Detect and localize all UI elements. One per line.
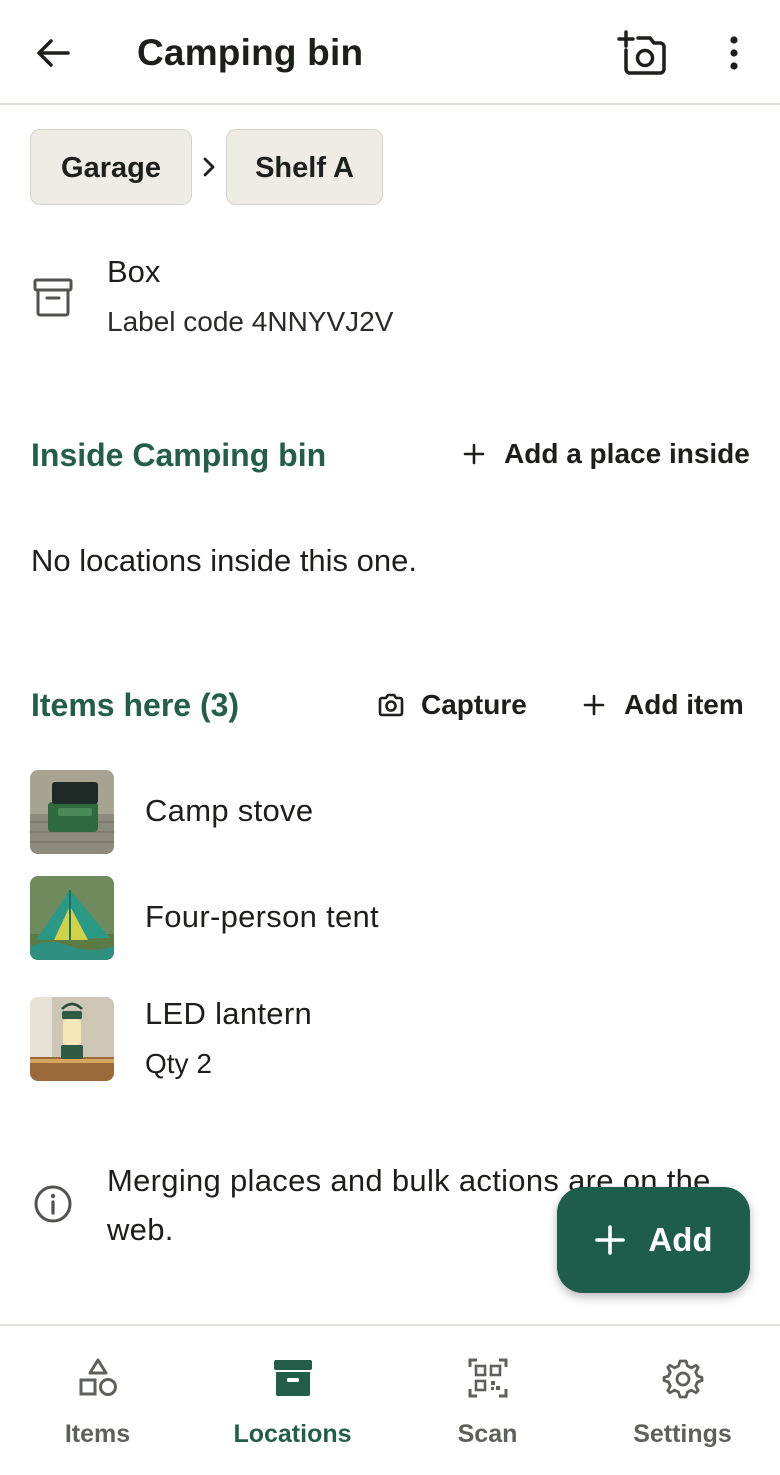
nav-label: Locations bbox=[233, 1420, 352, 1448]
add-fab-button[interactable]: Add bbox=[557, 1187, 750, 1293]
item-name: LED lantern bbox=[145, 996, 313, 1031]
qr-code-icon bbox=[468, 1358, 508, 1398]
item-thumbnail-camp-stove bbox=[30, 770, 114, 854]
shapes-icon bbox=[79, 1358, 117, 1396]
more-vertical-icon bbox=[730, 36, 738, 70]
add-place-inside-label: Add a place inside bbox=[504, 438, 750, 469]
more-options-button[interactable] bbox=[716, 30, 752, 76]
location-kind: Box bbox=[107, 254, 161, 289]
breadcrumb-chip-shelf-a[interactable]: Shelf A bbox=[226, 129, 383, 205]
add-photo-button[interactable] bbox=[616, 28, 670, 78]
bottom-navigation: Items Locations Scan Settings bbox=[0, 1324, 780, 1475]
inside-section-title: Inside Camping bin bbox=[31, 437, 327, 473]
item-thumbnail-led-lantern bbox=[30, 997, 114, 1081]
list-item-led-lantern[interactable]: LED lantern Qty 2 bbox=[30, 996, 750, 1081]
plus-icon bbox=[595, 1225, 626, 1255]
add-photo-camera-icon bbox=[617, 30, 666, 75]
label-code: Label code 4NNYVJ2V bbox=[107, 306, 394, 337]
item-quantity: Qty 2 bbox=[145, 1048, 212, 1079]
plus-icon bbox=[460, 440, 488, 468]
nav-item-scan[interactable]: Scan bbox=[390, 1326, 585, 1475]
info-icon bbox=[34, 1185, 72, 1223]
add-fab-label: Add bbox=[648, 1221, 713, 1258]
add-item-button[interactable]: Add item bbox=[580, 685, 744, 725]
capture-label: Capture bbox=[421, 689, 527, 720]
camera-icon bbox=[377, 691, 405, 719]
nav-label: Settings bbox=[633, 1420, 732, 1448]
back-button[interactable] bbox=[30, 30, 76, 76]
nav-item-settings[interactable]: Settings bbox=[585, 1326, 780, 1475]
gear-icon bbox=[662, 1359, 704, 1399]
item-thumbnail-four-person-tent bbox=[30, 876, 114, 960]
archive-box-icon bbox=[274, 1360, 312, 1396]
archive-box-icon bbox=[33, 278, 73, 317]
add-item-label: Add item bbox=[624, 689, 744, 720]
add-place-inside-button[interactable]: Add a place inside bbox=[460, 434, 750, 474]
list-item-camp-stove[interactable]: Camp stove bbox=[30, 770, 750, 854]
nav-item-locations[interactable]: Locations bbox=[195, 1326, 390, 1475]
items-section-title: Items here (3) bbox=[31, 687, 240, 723]
nav-item-items[interactable]: Items bbox=[0, 1326, 195, 1475]
list-item-four-person-tent[interactable]: Four-person tent bbox=[30, 876, 750, 960]
chevron-right-icon bbox=[203, 157, 215, 177]
page-title: Camping bin bbox=[137, 32, 364, 73]
plus-icon bbox=[580, 691, 608, 719]
item-name: Four-person tent bbox=[145, 899, 379, 934]
breadcrumb-chip-garage[interactable]: Garage bbox=[30, 129, 192, 205]
arrow-left-icon bbox=[37, 39, 70, 67]
app-bar: Camping bin bbox=[0, 0, 780, 105]
capture-button[interactable]: Capture bbox=[377, 685, 527, 725]
nav-label: Scan bbox=[457, 1420, 518, 1448]
nav-label: Items bbox=[64, 1420, 131, 1448]
item-name: Camp stove bbox=[145, 793, 314, 828]
empty-locations-text: No locations inside this one. bbox=[31, 543, 418, 578]
